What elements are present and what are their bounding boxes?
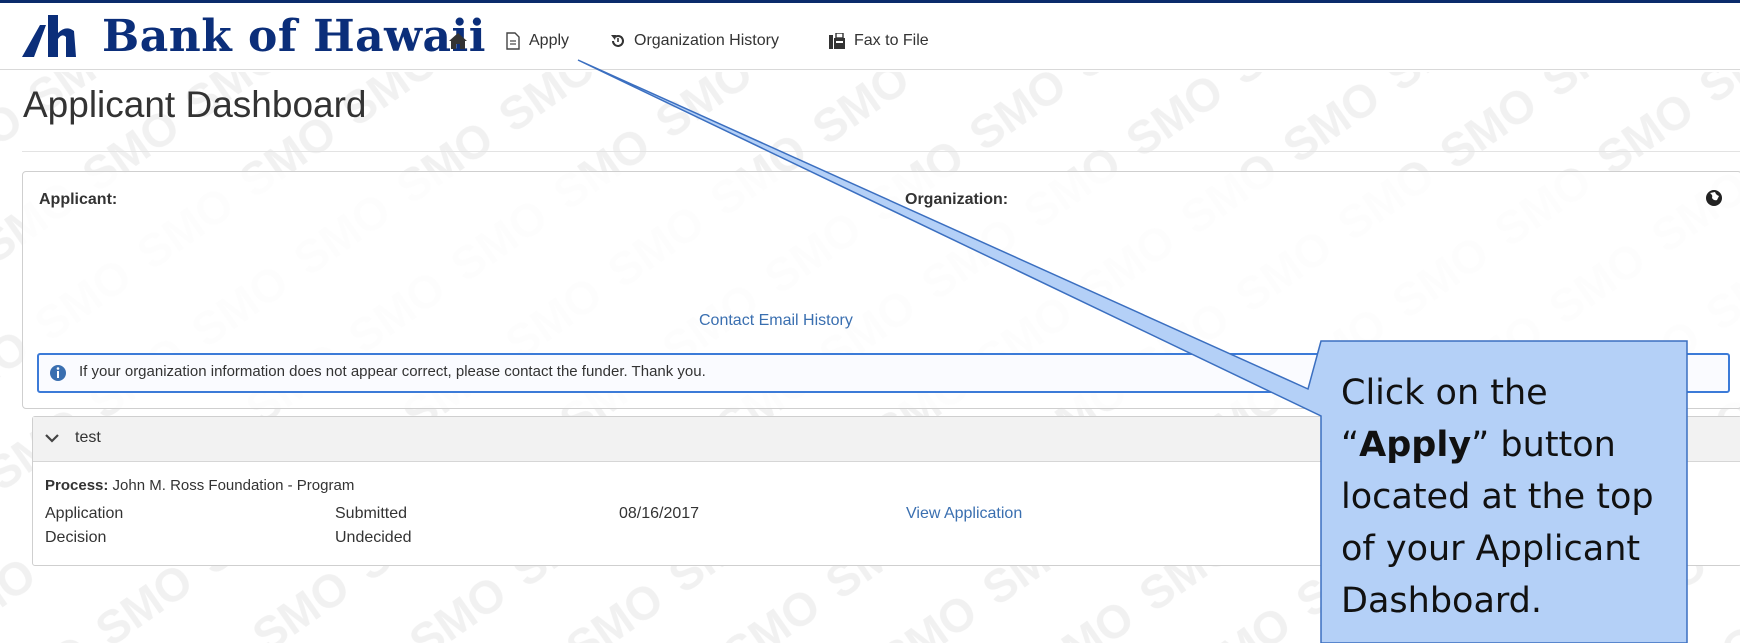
divider bbox=[22, 151, 1740, 152]
globe-icon[interactable] bbox=[1705, 189, 1723, 207]
fax-icon bbox=[829, 33, 845, 49]
top-navbar: Bank of Hawaii Apply Organization Histor… bbox=[0, 3, 1740, 70]
callout-line: Click on the bbox=[1341, 373, 1548, 413]
info-icon bbox=[50, 365, 66, 381]
callout-open-quote: “ bbox=[1341, 425, 1360, 465]
nav-fax-to-file[interactable]: Fax to File bbox=[828, 29, 929, 53]
info-alert-text: If your organization information does no… bbox=[79, 363, 706, 380]
row-status: Submitted bbox=[335, 505, 408, 522]
callout-close-quote: ” button bbox=[1471, 425, 1616, 465]
organization-label: Organization: bbox=[905, 191, 1009, 208]
page-title: Applicant Dashboard bbox=[23, 84, 367, 125]
row-name: Decision bbox=[45, 529, 107, 546]
callout-bold: Apply bbox=[1359, 425, 1472, 465]
chevron-down-icon bbox=[45, 434, 59, 443]
nav-home[interactable] bbox=[448, 29, 468, 53]
bank-logo-icon bbox=[22, 15, 76, 57]
nav-apply-label: Apply bbox=[529, 32, 570, 49]
nav-fax-label: Fax to File bbox=[854, 32, 929, 49]
contact-email-history-link[interactable]: Contact Email History bbox=[699, 312, 853, 330]
row-status: Undecided bbox=[335, 529, 412, 546]
row-date: 08/16/2017 bbox=[619, 505, 700, 522]
history-icon bbox=[611, 35, 624, 47]
callout-line: located at the top bbox=[1341, 477, 1654, 517]
callout-line: of your Applicant bbox=[1341, 529, 1641, 569]
process-line: Process: John M. Ross Foundation - Progr… bbox=[45, 477, 354, 494]
view-application-link[interactable]: View Application bbox=[906, 505, 1022, 523]
applicant-label: Applicant: bbox=[39, 191, 118, 208]
callout-line: “Apply” button bbox=[1341, 419, 1669, 471]
process-label: Process: bbox=[45, 477, 109, 494]
brand-name[interactable]: Bank of Hawaii bbox=[102, 11, 486, 62]
callout-line: Dashboard. bbox=[1341, 581, 1543, 621]
process-panel-title: test bbox=[75, 429, 101, 446]
callout-box: Click on the “Apply” button located at t… bbox=[1321, 341, 1687, 643]
nav-history-label: Organization History bbox=[634, 32, 779, 49]
home-icon bbox=[449, 33, 467, 49]
document-icon bbox=[506, 32, 520, 50]
process-value: John M. Ross Foundation - Program bbox=[112, 477, 355, 494]
nav-organization-history[interactable]: Organization History bbox=[610, 29, 779, 53]
nav-apply[interactable]: Apply bbox=[505, 29, 569, 53]
row-name: Application bbox=[45, 505, 124, 522]
